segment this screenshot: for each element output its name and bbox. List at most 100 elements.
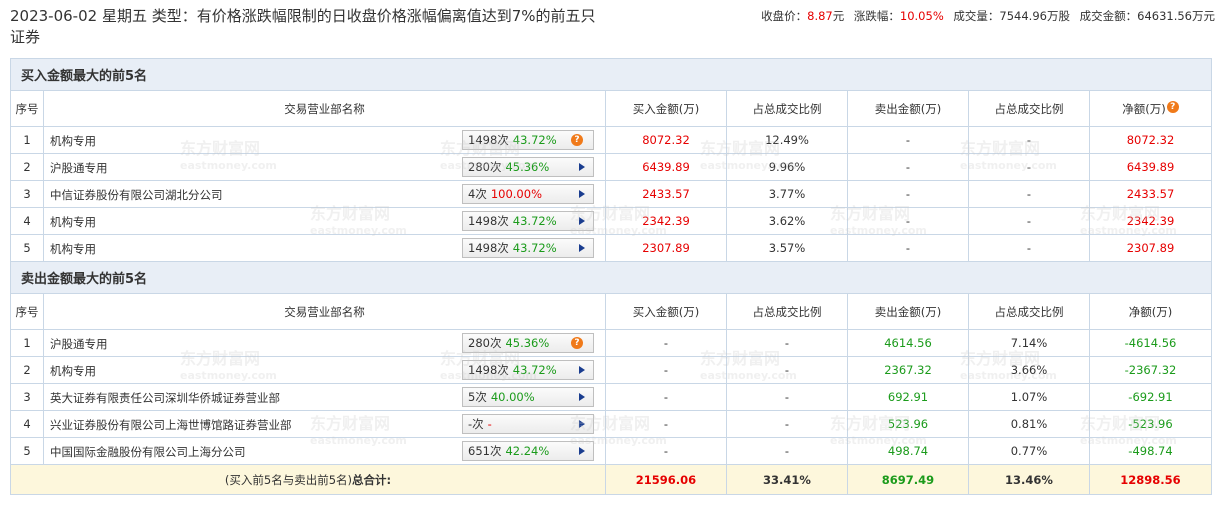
column-header: 占总成交比例 [968, 293, 1090, 330]
column-header-label: 序号 [15, 304, 39, 319]
branch-stat-box[interactable]: 280次 45.36%? [462, 333, 594, 353]
buy-amount: - [605, 410, 727, 438]
branch-stat-box[interactable]: 1498次 43.72% [462, 238, 594, 258]
branch-name-link[interactable]: 机构专用 [50, 363, 96, 379]
branch-cell: 机构专用 1498次 43.72%? [43, 126, 606, 154]
branch-cell: 机构专用 1498次 43.72% [43, 356, 606, 384]
branch-name-link[interactable]: 沪股通专用 [50, 160, 108, 176]
buy-ratio: - [726, 410, 848, 438]
net-amount: 2433.57 [1089, 180, 1212, 208]
column-header: 序号 [10, 90, 44, 127]
column-header-label: 交易营业部名称 [284, 101, 365, 116]
column-header: 净额(万) [1089, 293, 1212, 330]
arrow-right-icon[interactable] [579, 393, 585, 401]
net-amount: 8072.32 [1089, 126, 1212, 154]
branch-stat-box[interactable]: 5次 40.00% [462, 387, 594, 407]
times-count: 1498次 [468, 363, 509, 377]
branch-cell: 英大证券有限责任公司深圳华侨城证券营业部 5次 40.00% [43, 383, 606, 411]
column-header: 交易营业部名称 [43, 90, 606, 127]
column-header-label: 序号 [15, 101, 39, 116]
total-label-bold: 总合计: [352, 472, 392, 487]
net-amount: 2342.39 [1089, 207, 1212, 235]
column-header-label: 买入金额(万) [632, 304, 700, 319]
net-amount: 6439.89 [1089, 153, 1212, 181]
sell-amount: 523.96 [847, 410, 969, 438]
arrow-right-icon[interactable] [579, 447, 585, 455]
arrow-right-icon[interactable] [579, 244, 585, 252]
arrow-right-icon[interactable] [579, 163, 585, 171]
sell-amount: - [847, 234, 969, 262]
total-sell: 8697.49 [847, 464, 969, 495]
branch-stat-box[interactable]: 1498次 43.72% [462, 360, 594, 380]
table-row: 5 中国国际金融股份有限公司上海分公司 651次 42.24% - -498.74 0.77… [10, 437, 1212, 465]
column-header: 占总成交比例 [726, 90, 848, 127]
sell-ratio: 3.66% [968, 356, 1090, 384]
branch-cell: 机构专用 1498次 43.72% [43, 207, 606, 235]
buy-ratio: - [726, 437, 848, 465]
sell-section-title: 卖出金额最大的前5名 [10, 261, 1212, 294]
branch-stat-box[interactable]: 280次 45.36% [462, 157, 594, 177]
quote-summary: 收盘价：8.87元 涨跌幅：10.05% 成交量：7544.96万股 成交金额：… [761, 8, 1215, 24]
total-label: (买入前5名与卖出前5名)总合计: [10, 464, 606, 495]
column-header-label: 占总成交比例 [994, 101, 1064, 116]
branch-name-link[interactable]: 沪股通专用 [50, 336, 108, 352]
times-count: 1498次 [468, 241, 509, 255]
times-count: 5次 [468, 390, 487, 404]
branch-cell: 中信证券股份有限公司湖北分公司 4次 100.00% [43, 180, 606, 208]
buy-ratio: 3.77% [726, 180, 848, 208]
total-sell-ratio: 13.46% [968, 464, 1090, 495]
times-count: 1498次 [468, 133, 509, 147]
branch-name-link[interactable]: 英大证券有限责任公司深圳华侨城证券营业部 [50, 390, 280, 406]
branch-stat-box[interactable]: -次 - [462, 414, 594, 434]
sell-ratio: - [968, 207, 1090, 235]
total-label-prefix: (买入前5名与卖出前5名) [224, 472, 352, 487]
column-header-label: 占总成交比例 [752, 101, 822, 116]
branch-name-link[interactable]: 中国国际金融股份有限公司上海分公司 [50, 444, 246, 460]
table-row: 2 机构专用 1498次 43.72% - -2367.32 3.66% -2367.32 [10, 356, 1212, 384]
arrow-right-icon[interactable] [579, 190, 585, 198]
table-row: 1 沪股通专用 280次 45.36%? - -4614.56 7.14% -4614.56 [10, 329, 1212, 357]
branch-name-link[interactable]: 机构专用 [50, 241, 96, 257]
buy-amount: - [605, 329, 727, 357]
question-icon[interactable]: ? [571, 134, 583, 146]
times-count: 280次 [468, 160, 502, 174]
buy-amount: 2307.89 [605, 234, 727, 262]
arrow-right-icon[interactable] [579, 366, 585, 374]
win-rate: 42.24% [505, 444, 550, 458]
sell-ratio: - [968, 126, 1090, 154]
column-header-label: 交易营业部名称 [284, 304, 365, 319]
times-count: -次 [468, 417, 484, 431]
arrow-right-icon[interactable] [579, 217, 585, 225]
branch-cell: 兴业证券股份有限公司上海世博馆路证券营业部 -次 - [43, 410, 606, 438]
question-icon[interactable]: ? [1166, 100, 1179, 113]
branch-name-link[interactable]: 中信证券股份有限公司湖北分公司 [50, 187, 223, 203]
branch-cell: 沪股通专用 280次 45.36%? [43, 329, 606, 357]
branch-name-link[interactable]: 机构专用 [50, 133, 96, 149]
sell-amount: - [847, 180, 969, 208]
arrow-right-icon[interactable] [579, 420, 585, 428]
table-row: 1 机构专用 1498次 43.72%? 8072.32 12.49% - -8072.32 [10, 126, 1212, 154]
column-header: 交易营业部名称 [43, 293, 606, 330]
table-row: 3 英大证券有限责任公司深圳华侨城证券营业部 5次 40.00% - -692.91 1.0… [10, 383, 1212, 411]
branch-stat-box[interactable]: 651次 42.24% [462, 441, 594, 461]
sell-amount: 692.91 [847, 383, 969, 411]
sell-amount: - [847, 153, 969, 181]
column-header: 卖出金额(万) [847, 90, 969, 127]
branch-name-link[interactable]: 机构专用 [50, 214, 96, 230]
branch-stat-box[interactable]: 1498次 43.72% [462, 211, 594, 231]
sell-ratio: - [968, 153, 1090, 181]
sell-amount: 4614.56 [847, 329, 969, 357]
table-row: 4 兴业证券股份有限公司上海世博馆路证券营业部 -次 - - -523.96 0.81% -5… [10, 410, 1212, 438]
branch-name-link[interactable]: 兴业证券股份有限公司上海世博馆路证券营业部 [50, 417, 292, 433]
branch-stat-box[interactable]: 1498次 43.72%? [462, 130, 594, 150]
branch-stat-box[interactable]: 4次 100.00% [462, 184, 594, 204]
buy-ratio: 12.49% [726, 126, 848, 154]
question-icon[interactable]: ? [571, 337, 583, 349]
net-amount: -2367.32 [1089, 356, 1212, 384]
sell-amount: 2367.32 [847, 356, 969, 384]
column-header-label: 净额(万) [1128, 304, 1173, 319]
row-index: 5 [10, 437, 44, 465]
total-buy: 21596.06 [605, 464, 727, 495]
times-count: 280次 [468, 336, 502, 350]
table-row: 2 沪股通专用 280次 45.36% 6439.89 9.96% - -6439.89 [10, 153, 1212, 181]
